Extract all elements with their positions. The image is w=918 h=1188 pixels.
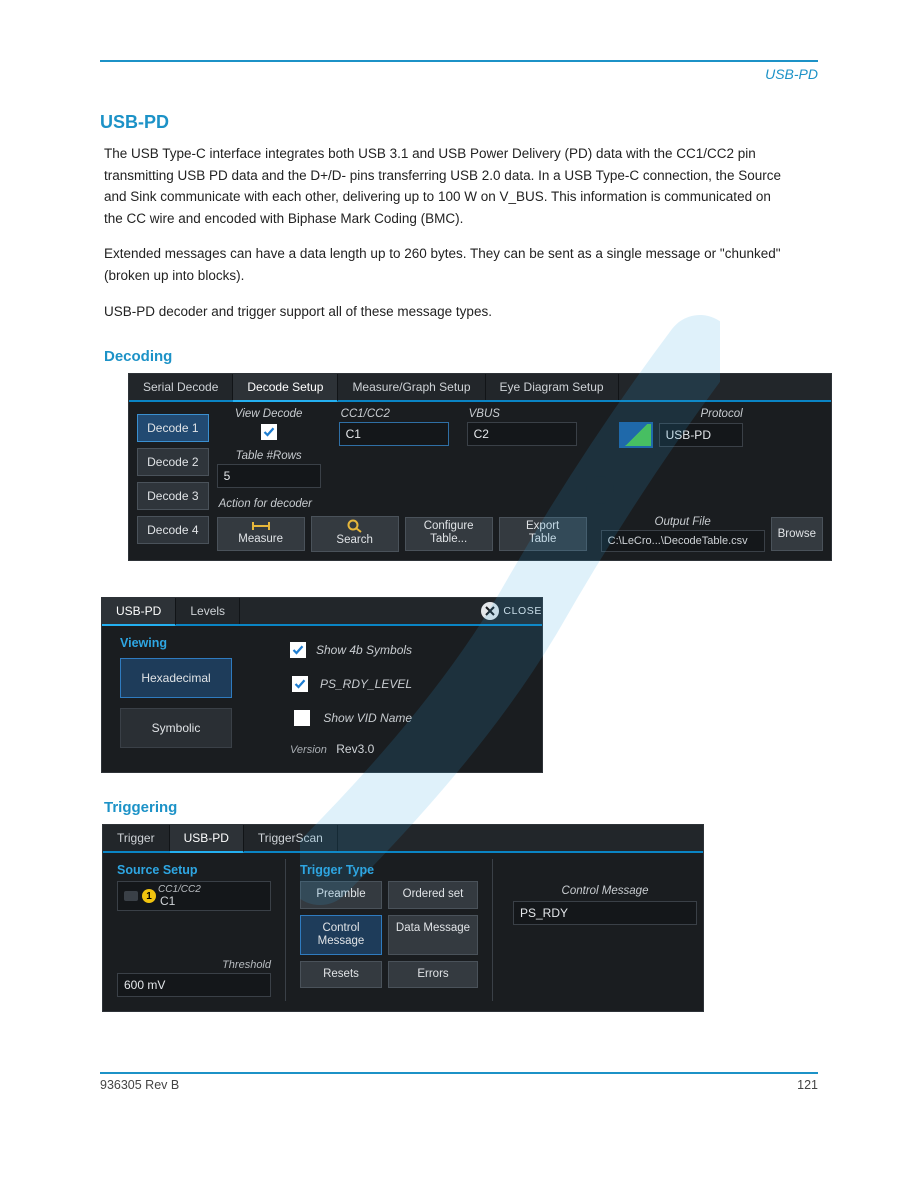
dialog-close-button[interactable]: CLOSE xyxy=(481,598,542,624)
decode-list: Decode 1 Decode 2 Decode 3 Decode 4 xyxy=(137,408,209,552)
decode-setup-panel: Serial Decode Decode Setup Measure/Graph… xyxy=(128,373,832,561)
threshold-label: Threshold xyxy=(117,959,271,971)
decode-4-button[interactable]: Decode 4 xyxy=(137,516,209,544)
show-vid-name-checkbox[interactable] xyxy=(294,710,310,726)
trigger-control-message-button[interactable]: Control Message xyxy=(300,915,382,955)
trigger-preamble-button[interactable]: Preamble xyxy=(300,881,382,908)
decode-setup-tabbar: Serial Decode Decode Setup Measure/Graph… xyxy=(129,374,831,402)
protocol-label: Protocol xyxy=(619,408,743,420)
table-rows-field[interactable]: 5 xyxy=(217,464,321,488)
checkmark-icon xyxy=(263,426,275,438)
triggering-heading: Triggering xyxy=(104,799,818,816)
tab-decode-setup[interactable]: Decode Setup xyxy=(233,374,338,402)
protocol-icon xyxy=(619,422,653,448)
dialog-tab-levels[interactable]: Levels xyxy=(176,598,240,624)
search-icon xyxy=(347,519,363,533)
decoding-heading: Decoding xyxy=(104,348,818,365)
search-button[interactable]: Search xyxy=(311,516,399,552)
view-mode-hex-button[interactable]: Hexadecimal xyxy=(120,658,232,698)
view-decode-label: View Decode xyxy=(217,408,321,420)
control-message-label: Control Message xyxy=(513,885,697,897)
table-rows-label: Table #Rows xyxy=(217,450,321,462)
decode-2-button[interactable]: Decode 2 xyxy=(137,448,209,476)
source-setup-title: Source Setup xyxy=(117,863,271,877)
action-for-decoder-label: Action for decoder xyxy=(217,498,823,510)
trigger-errors-button[interactable]: Errors xyxy=(388,961,478,988)
decode-1-button[interactable]: Decode 1 xyxy=(137,414,209,442)
vbus-field[interactable]: C2 xyxy=(467,422,577,446)
checkmark-icon xyxy=(294,678,306,690)
tab-measure-graph-setup[interactable]: Measure/Graph Setup xyxy=(338,374,485,400)
intro-paragraph-3: USB-PD decoder and trigger support all o… xyxy=(104,301,784,323)
protocol-title: USB-PD xyxy=(100,112,818,133)
viewing-label: Viewing xyxy=(120,636,260,650)
output-file-label: Output File xyxy=(601,516,765,528)
trigger-tab-usbpd[interactable]: USB-PD xyxy=(170,825,244,853)
intro-paragraph-2: Extended messages can have a data length… xyxy=(104,243,784,286)
show-vid-name-label: Show VID Name xyxy=(323,711,412,725)
psrdy-level-checkbox[interactable] xyxy=(292,676,308,692)
output-file-field[interactable]: C:\LeCro...\DecodeTable.csv xyxy=(601,530,765,552)
cc-field[interactable]: C1 xyxy=(339,422,449,446)
usbpd-dialog-panel: USB-PD Levels CLOSE Viewing Hexadecimal … xyxy=(101,597,543,773)
version-value: Rev3.0 xyxy=(336,742,374,756)
footer-right: 121 xyxy=(797,1078,818,1092)
version-label: Version xyxy=(290,744,327,756)
show-4b-symbols-label: Show 4b Symbols xyxy=(316,643,412,657)
trigger-panel: Trigger USB-PD TriggerScan Source Setup … xyxy=(102,824,704,1012)
psrdy-level-label: PS_RDY_LEVEL xyxy=(320,677,412,691)
vbus-label: VBUS xyxy=(467,408,577,420)
threshold-field[interactable]: 600 mV xyxy=(117,973,271,997)
checkmark-icon xyxy=(292,644,304,656)
source-cc-value: C1 xyxy=(160,895,201,907)
cc-label: CC1/CC2 xyxy=(339,408,449,420)
footer: 936305 Rev B 121 xyxy=(100,1078,818,1092)
dialog-close-label: CLOSE xyxy=(503,605,542,617)
measure-button[interactable]: Measure xyxy=(217,517,305,551)
trigger-type-title: Trigger Type xyxy=(300,863,478,877)
tab-serial-decode[interactable]: Serial Decode xyxy=(129,374,233,400)
intro-paragraph-1: The USB Type-C interface integrates both… xyxy=(104,143,784,229)
source-cc-field[interactable]: 1 CC1/CC2 C1 xyxy=(117,881,271,911)
measure-icon xyxy=(250,520,272,532)
channel-icon xyxy=(124,891,138,901)
view-decode-checkbox[interactable] xyxy=(261,424,277,440)
bottom-divider xyxy=(100,1072,818,1074)
protocol-field[interactable]: USB-PD xyxy=(659,423,743,447)
trigger-tabbar: Trigger USB-PD TriggerScan xyxy=(103,825,703,853)
search-button-label: Search xyxy=(336,534,372,546)
show-4b-symbols-checkbox[interactable] xyxy=(290,642,306,658)
usbpd-dialog-tabbar: USB-PD Levels CLOSE xyxy=(102,598,542,626)
header-right: USB-PD xyxy=(100,66,818,82)
trigger-resets-button[interactable]: Resets xyxy=(300,961,382,988)
tab-eye-diagram-setup[interactable]: Eye Diagram Setup xyxy=(486,374,619,400)
trigger-ordered-set-button[interactable]: Ordered set xyxy=(388,881,478,908)
trigger-data-message-button[interactable]: Data Message xyxy=(388,915,478,955)
top-divider xyxy=(100,60,818,62)
channel-badge: 1 xyxy=(142,889,156,903)
footer-left: 936305 Rev B xyxy=(100,1078,179,1092)
control-message-field[interactable]: PS_RDY xyxy=(513,901,697,925)
trigger-tab-trigger[interactable]: Trigger xyxy=(103,825,170,851)
browse-button[interactable]: Browse xyxy=(771,517,823,551)
decode-3-button[interactable]: Decode 3 xyxy=(137,482,209,510)
trigger-tab-triggerscan[interactable]: TriggerScan xyxy=(244,825,338,851)
configure-table-button[interactable]: Configure Table... xyxy=(405,517,493,551)
view-mode-symbolic-button[interactable]: Symbolic xyxy=(120,708,232,748)
dialog-tab-usbpd[interactable]: USB-PD xyxy=(102,598,176,626)
measure-button-label: Measure xyxy=(238,533,283,545)
export-table-button[interactable]: Export Table xyxy=(499,517,587,551)
close-icon xyxy=(481,602,499,620)
